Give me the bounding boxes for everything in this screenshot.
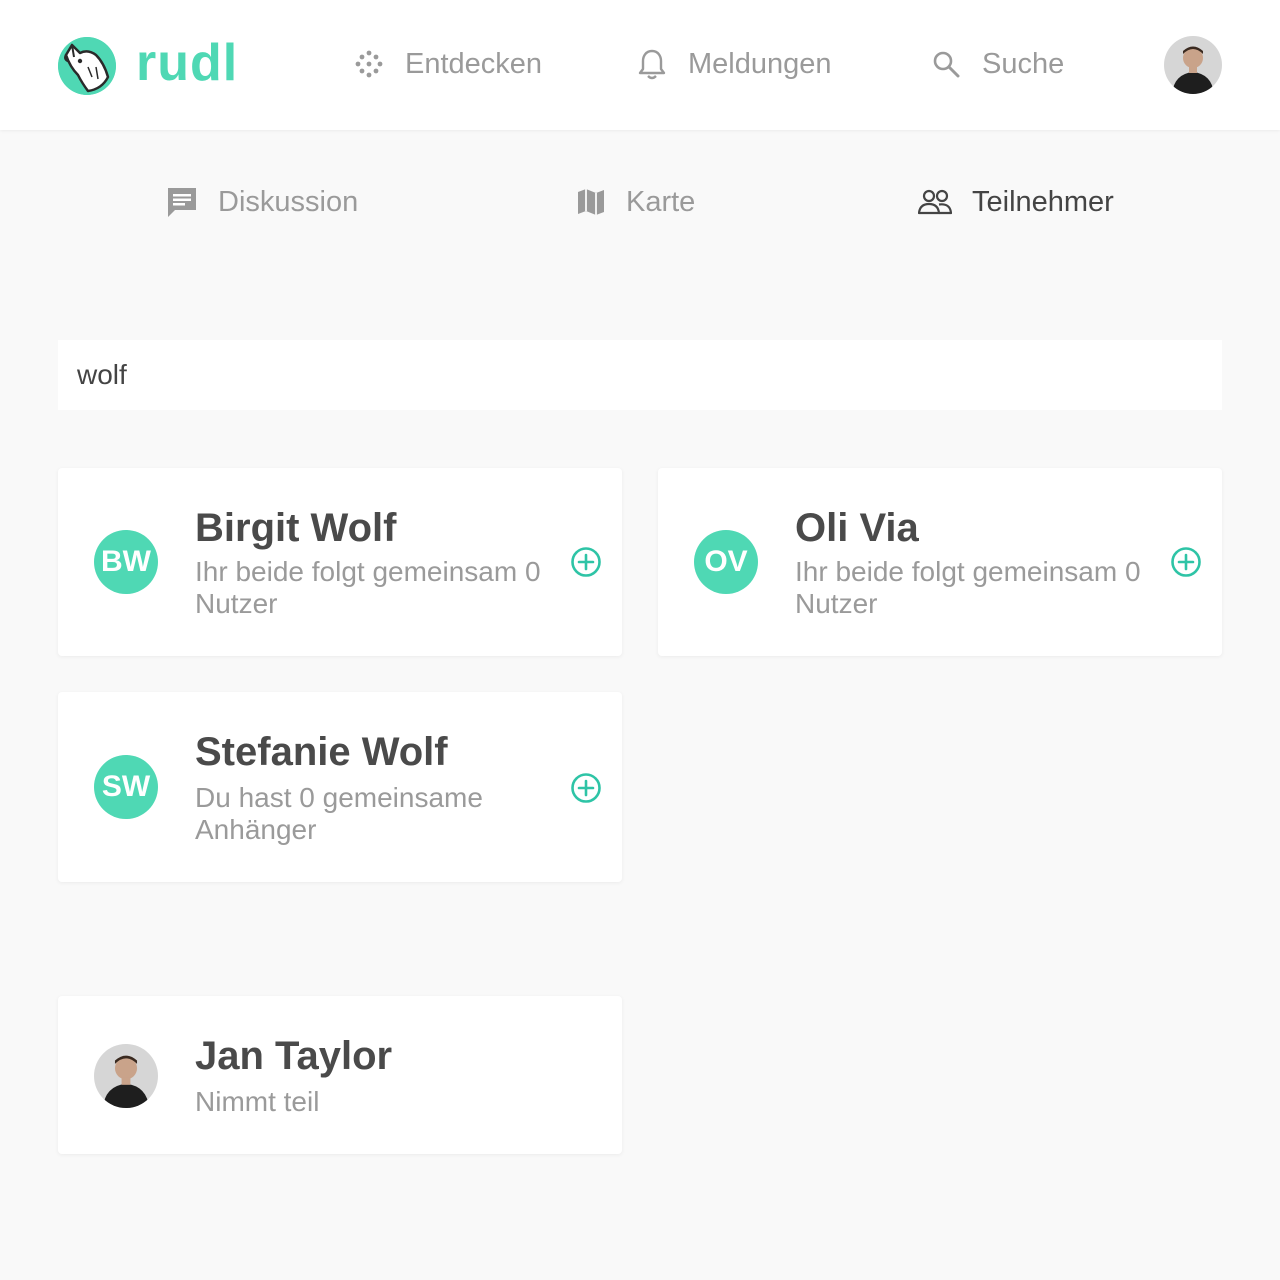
user-name: Oli Via (795, 506, 919, 550)
user-photo-icon (1164, 36, 1222, 94)
people-icon (918, 189, 952, 215)
initials-avatar: SW (94, 755, 158, 819)
nav-discover[interactable]: Entdecken (355, 40, 542, 88)
user-name: Birgit Wolf (195, 506, 397, 550)
initials-avatar: BW (94, 530, 158, 594)
nav-search-label: Suche (982, 47, 1065, 80)
participant-card-jan-taylor[interactable]: Jan Taylor Nimmt teil (58, 996, 622, 1154)
nav-notifications[interactable]: Meldungen (638, 40, 832, 88)
user-card-birgit-wolf[interactable]: BW Birgit Wolf Ihr beide folgt gemeinsam… (58, 468, 622, 656)
plus-circle-icon[interactable] (570, 772, 602, 804)
brand-name: rudl (136, 34, 239, 92)
chat-icon (168, 188, 196, 217)
tab-participants[interactable]: Teilnehmer (918, 178, 1114, 226)
user-subtitle: Ihr beide folgt gemeinsam 0 Nutzer (795, 556, 1141, 619)
search-icon (933, 51, 960, 78)
nav-search[interactable]: Suche (932, 40, 1064, 88)
user-card-stefanie-wolf[interactable]: SW Stefanie Wolf Du hast 0 gemeinsame An… (58, 692, 622, 882)
nav-notifications-label: Meldungen (688, 47, 832, 80)
tab-discussion-label: Diskussion (218, 185, 359, 218)
tab-map-label: Karte (626, 185, 696, 218)
nav-discover-label: Entdecken (405, 47, 543, 80)
participant-avatar (94, 1044, 158, 1108)
plus-circle-icon[interactable] (570, 546, 602, 578)
wolf-logo-icon (58, 37, 116, 95)
plus-circle-icon[interactable] (1170, 546, 1202, 578)
initials-avatar: OV (694, 530, 758, 594)
brand-logo[interactable]: rudl (58, 36, 258, 96)
tab-map[interactable]: Karte (576, 178, 695, 226)
user-avatar[interactable] (1164, 36, 1222, 94)
user-subtitle: Du hast 0 gemeinsame Anhänger (195, 782, 483, 845)
user-card-oli-via[interactable]: OV Oli Via Ihr beide folgt gemeinsam 0 N… (658, 468, 1222, 656)
dots-grid-icon (355, 50, 383, 78)
participant-name: Jan Taylor (195, 1034, 393, 1078)
user-subtitle: Ihr beide folgt gemeinsam 0 Nutzer (195, 556, 541, 619)
participant-search-input[interactable] (58, 340, 1222, 410)
user-name: Stefanie Wolf (195, 730, 448, 774)
map-icon (578, 189, 604, 215)
participant-status: Nimmt teil (195, 1086, 320, 1117)
tab-discussion[interactable]: Diskussion (166, 178, 358, 226)
bell-icon (638, 49, 666, 80)
top-bar: rudl Entdecken Meldungen Suche (0, 0, 1280, 130)
user-photo-icon (94, 1044, 158, 1108)
tab-participants-label: Teilnehmer (972, 185, 1114, 218)
